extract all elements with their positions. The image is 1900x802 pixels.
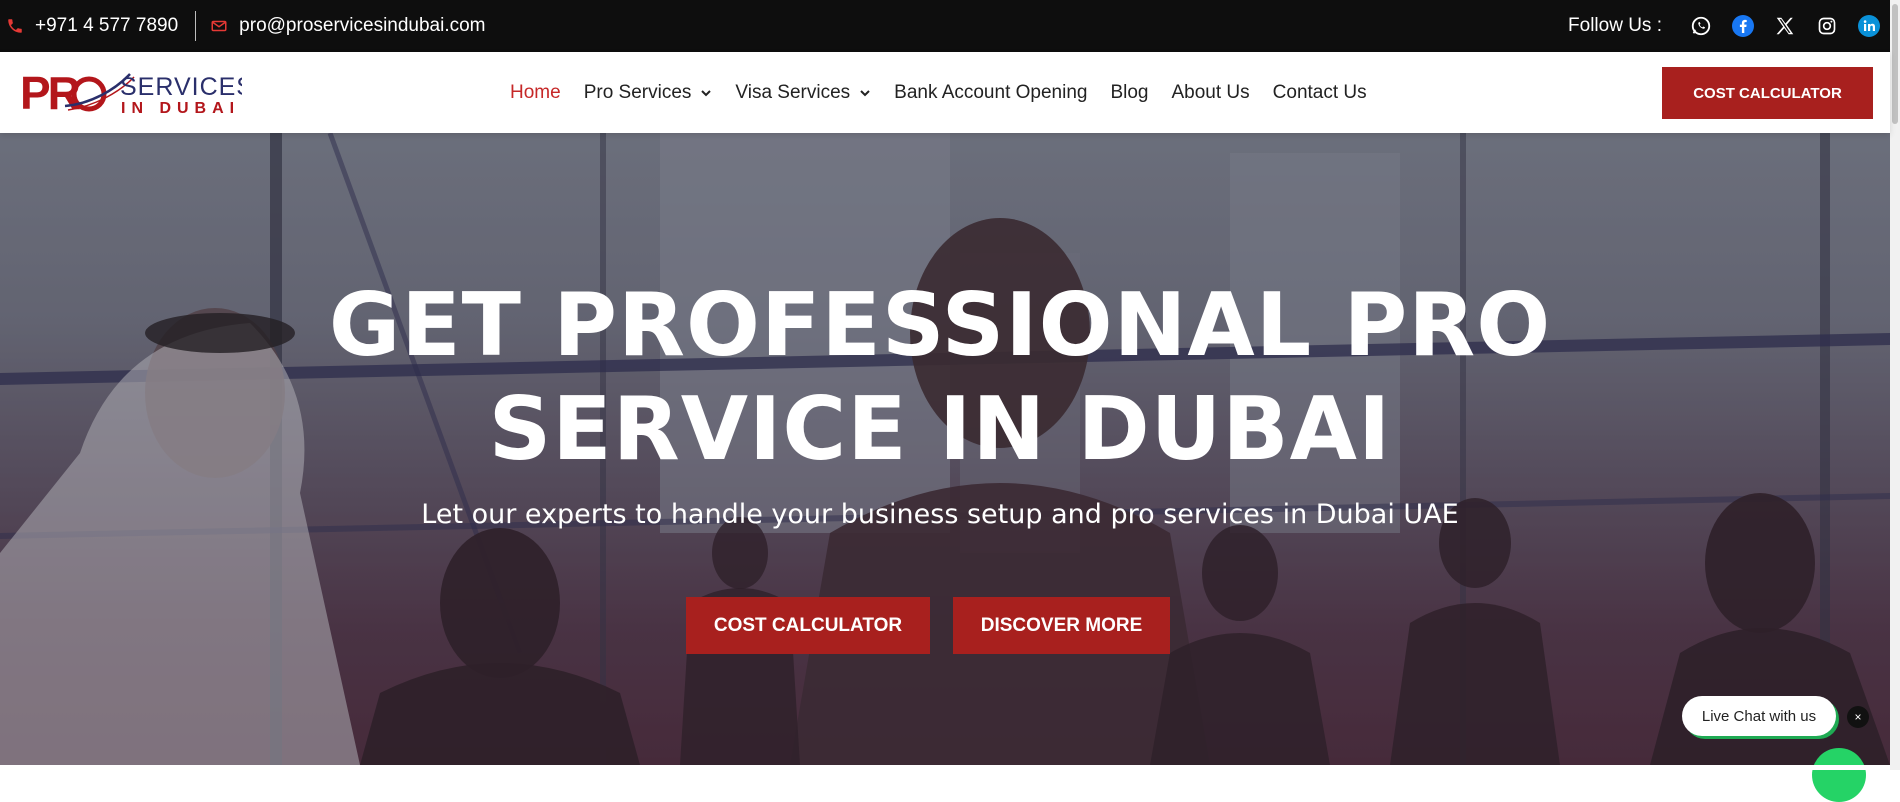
svg-text:SERVICES: SERVICES xyxy=(120,73,242,101)
nav-item-contact-us[interactable]: Contact Us xyxy=(1273,82,1367,104)
site-logo[interactable]: PR SERVICES IN DUBAI xyxy=(20,67,253,119)
nav-label: Blog xyxy=(1110,81,1149,103)
social-links: Follow Us : xyxy=(1568,0,1890,52)
phone-link[interactable]: +971 4 577 7890 xyxy=(6,15,178,37)
nav-label: Bank Account Opening xyxy=(894,81,1088,103)
top-bar: +971 4 577 7890 pro@proservicesindubai.c… xyxy=(0,0,1890,52)
instagram-icon[interactable] xyxy=(1815,14,1839,38)
nav-label: Visa Services xyxy=(735,81,851,103)
nav-item-visa-services[interactable]: Visa Services xyxy=(735,82,871,104)
scrollbar-thumb[interactable] xyxy=(1892,4,1898,124)
mail-icon xyxy=(210,17,228,35)
nav-item-pro-services[interactable]: Pro Services xyxy=(584,82,713,104)
main-navigation: PR SERVICES IN DUBAI Home Pro Services V… xyxy=(0,52,1890,133)
nav-item-blog[interactable]: Blog xyxy=(1110,82,1148,104)
linkedin-icon[interactable] xyxy=(1857,14,1881,38)
hero-title: GET PROFESSIONAL PRO SERVICE IN DUBAI xyxy=(0,273,1880,481)
nav-label: Home xyxy=(510,81,561,103)
hero-section: GET PROFESSIONAL PRO SERVICE IN DUBAI Le… xyxy=(0,133,1890,765)
cost-calculator-button[interactable]: COST CALCULATOR xyxy=(1662,67,1873,119)
facebook-icon[interactable] xyxy=(1731,14,1755,38)
nav-label: About Us xyxy=(1171,81,1250,103)
email-address: pro@proservicesindubai.com xyxy=(239,15,486,36)
nav-item-home[interactable]: Home xyxy=(510,82,561,104)
discover-more-button[interactable]: DISCOVER MORE xyxy=(953,597,1170,654)
phone-icon xyxy=(6,17,24,35)
divider xyxy=(195,11,197,41)
hero-subtitle: Let our experts to handle your business … xyxy=(421,499,1459,530)
nav-label: Contact Us xyxy=(1272,81,1367,103)
nav-item-bank-account-opening[interactable]: Bank Account Opening xyxy=(894,82,1087,104)
live-chat-button[interactable]: Live Chat with us xyxy=(1682,696,1836,736)
whatsapp-icon[interactable] xyxy=(1689,14,1713,38)
phone-number: +971 4 577 7890 xyxy=(35,15,179,36)
chevron-down-icon xyxy=(700,87,712,99)
nav-label: Pro Services xyxy=(583,81,692,103)
svg-text:IN DUBAI: IN DUBAI xyxy=(121,100,240,116)
x-twitter-icon[interactable] xyxy=(1773,14,1797,38)
nav-menu: Home Pro Services Visa Services Bank Acc… xyxy=(510,52,1390,133)
follow-label: Follow Us : xyxy=(1568,15,1662,36)
contact-info: +971 4 577 7890 pro@proservicesindubai.c… xyxy=(6,0,486,52)
email-link[interactable]: pro@proservicesindubai.com xyxy=(210,15,486,37)
hero-cost-calculator-button[interactable]: COST CALCULATOR xyxy=(686,597,930,654)
hero-title-line-1: GET PROFESSIONAL PRO xyxy=(328,274,1552,376)
page-bottom-edge xyxy=(0,765,1890,770)
hero-title-line-2: SERVICE IN DUBAI xyxy=(488,378,1392,480)
nav-item-about-us[interactable]: About Us xyxy=(1172,82,1250,104)
close-icon[interactable]: × xyxy=(1847,706,1869,728)
chevron-down-icon xyxy=(859,87,871,99)
whatsapp-chat-icon[interactable] xyxy=(1812,748,1866,802)
